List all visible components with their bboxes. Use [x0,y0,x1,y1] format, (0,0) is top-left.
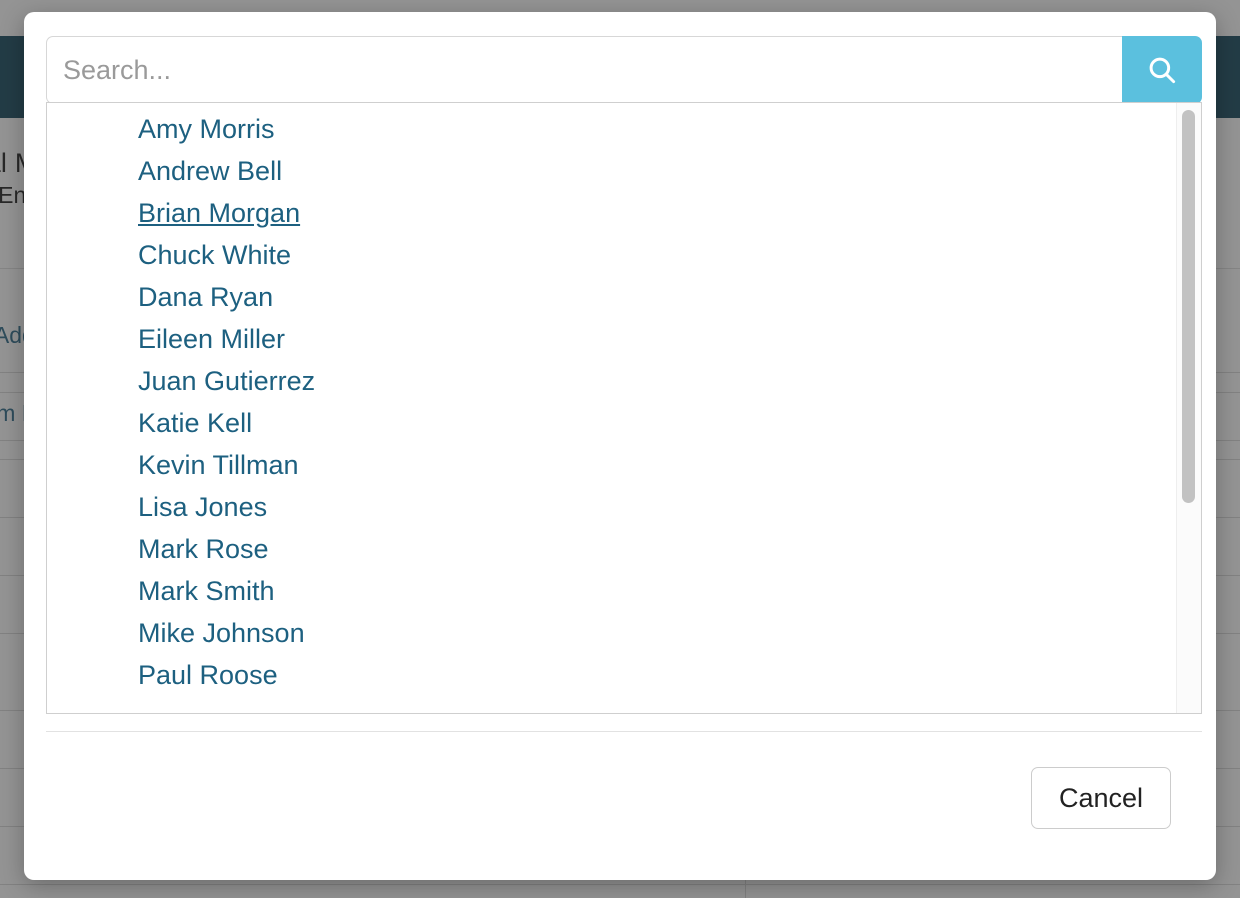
result-item[interactable]: Andrew Bell [47,150,1177,192]
results-scrollbar-track[interactable] [1176,103,1201,713]
result-item[interactable]: Mark Rose [47,528,1177,570]
search-input[interactable] [46,36,1122,104]
result-item[interactable]: Kevin Tillman [47,444,1177,486]
result-item[interactable]: Mike Johnson [47,612,1177,654]
results-listbox: Amy Morris Andrew Bell Brian Morgan Chuck W… [46,102,1202,714]
result-item[interactable]: Eileen Miller [47,318,1177,360]
result-item[interactable]: Lisa Jones [47,486,1177,528]
result-item[interactable]: Katie Kell [47,402,1177,444]
result-item[interactable]: Chuck White [47,234,1177,276]
result-item[interactable]: Juan Gutierrez [47,360,1177,402]
result-item[interactable]: Amy Morris [47,108,1177,150]
result-item[interactable]: Brian Morgan [47,192,1177,234]
cancel-button[interactable]: Cancel [1031,767,1171,829]
result-item[interactable]: Paul Roose [47,654,1177,696]
result-item[interactable]: Mark Smith [47,570,1177,612]
footer-divider [46,731,1202,732]
search-button[interactable] [1122,36,1202,104]
search-icon [1145,53,1179,87]
results-scrollbar-thumb[interactable] [1182,110,1195,503]
contact-picker-modal: Amy MorrisAndrew BellBrian MorganChuck W… [24,12,1216,880]
result-item[interactable]: Dana Ryan [47,276,1177,318]
search-bar [46,36,1202,104]
results-scroll-area[interactable]: Amy Morris Andrew Bell Brian Morgan Chuck W… [47,103,1177,713]
